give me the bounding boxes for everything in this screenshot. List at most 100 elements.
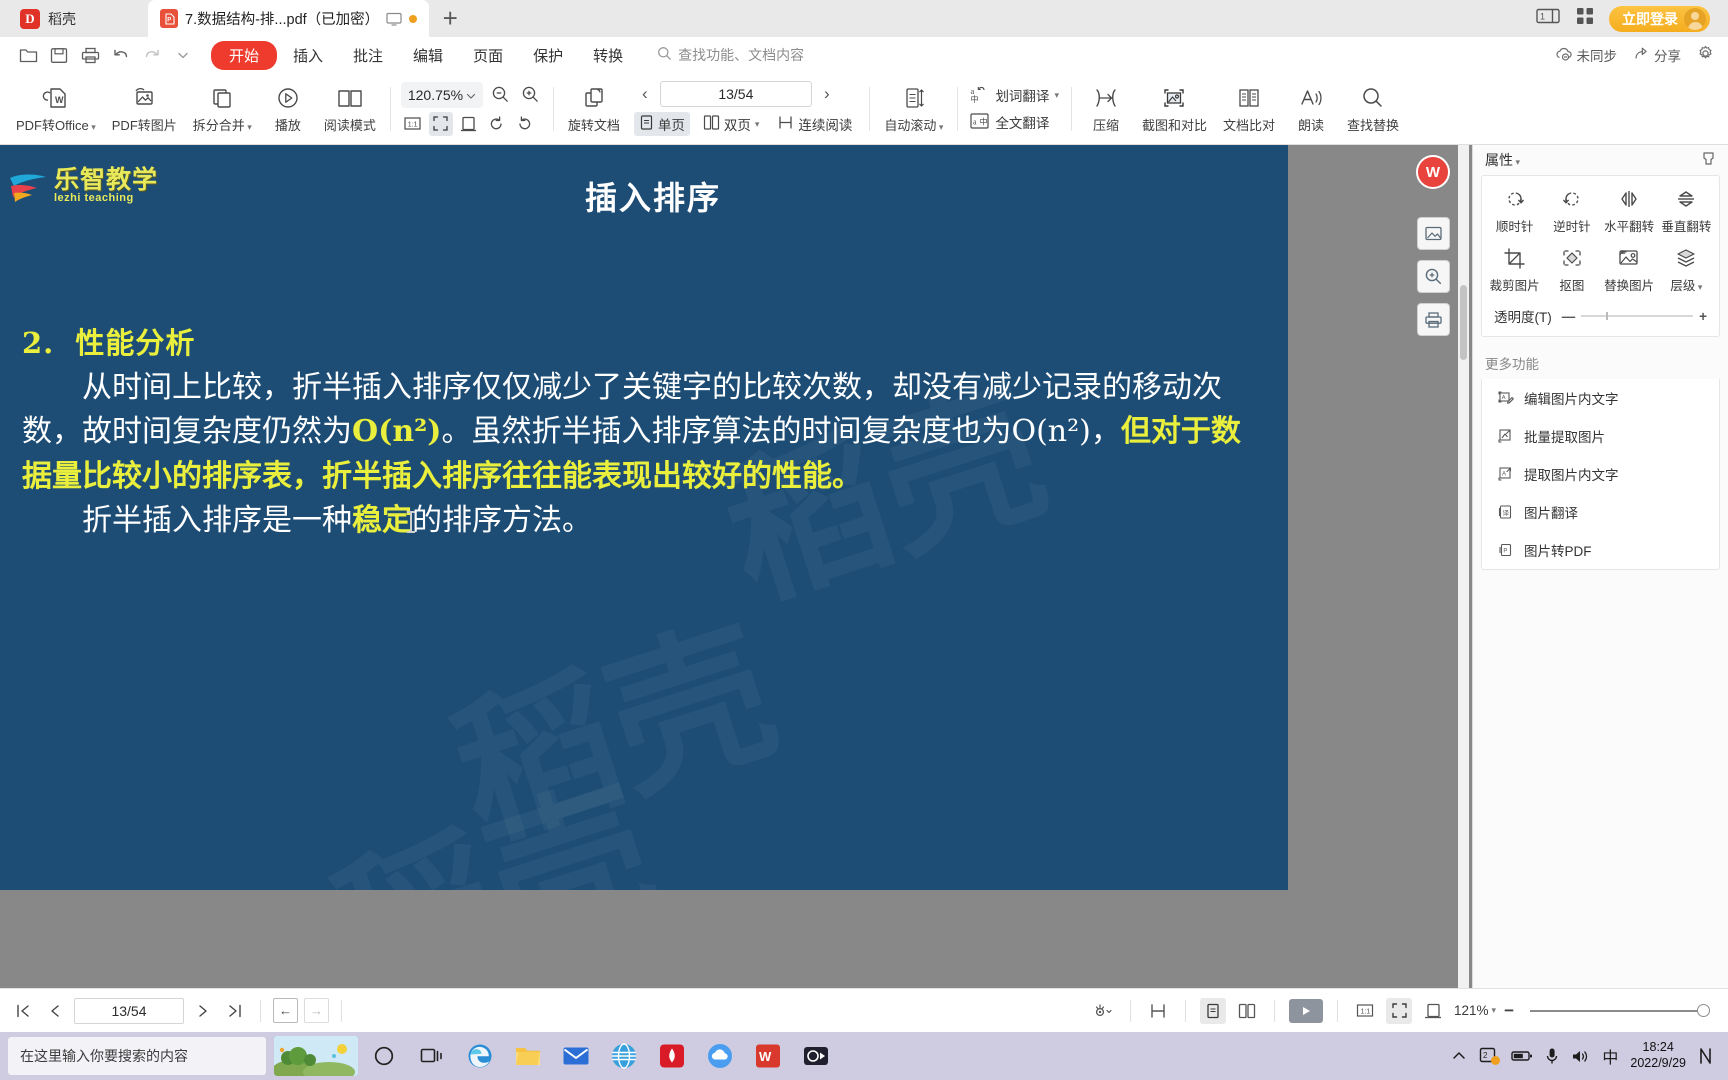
- taskbar-search-input[interactable]: 在这里输入你要搜索的内容: [8, 1037, 266, 1075]
- menu-item-protect[interactable]: 保护: [519, 41, 577, 70]
- zoom-in-icon[interactable]: [519, 83, 543, 107]
- magnifier-icon[interactable]: [1417, 260, 1450, 293]
- weather-widget[interactable]: [274, 1036, 358, 1076]
- ribbon-screenshot-compare[interactable]: 截图和对比: [1134, 81, 1215, 136]
- more-item-edit-image-text[interactable]: A 编辑图片内文字: [1482, 379, 1719, 417]
- ribbon-pdf-to-image[interactable]: PDF转图片: [104, 81, 185, 136]
- zoom-minus-button[interactable]: −: [1504, 1001, 1514, 1021]
- go-back-icon[interactable]: ←: [273, 998, 298, 1023]
- zoom-level-select[interactable]: 120.75%: [400, 81, 483, 108]
- new-tab-button[interactable]: +: [429, 0, 472, 37]
- search-input[interactable]: 查找功能、文档内容: [657, 45, 804, 65]
- ribbon-play[interactable]: 播放: [260, 81, 316, 136]
- sync-icon[interactable]: 2: [1479, 1047, 1501, 1065]
- more-item-image-to-pdf[interactable]: P 图片转PDF: [1482, 531, 1719, 569]
- more-item-batch-extract-image[interactable]: 批量提取图片: [1482, 417, 1719, 455]
- ribbon-compress[interactable]: 压缩: [1078, 81, 1134, 136]
- zoom-slider[interactable]: [1530, 1003, 1710, 1017]
- screen-recorder-icon[interactable]: [794, 1034, 838, 1078]
- sync-status-button[interactable]: 未同步: [1555, 45, 1617, 65]
- minus-icon[interactable]: —: [1562, 309, 1576, 324]
- restore-window-icon[interactable]: 1: [1535, 7, 1561, 30]
- status-actual-size-icon[interactable]: 1:1: [1352, 998, 1378, 1024]
- zoom-out-icon[interactable]: [489, 83, 513, 107]
- apps-grid-icon[interactable]: [1575, 6, 1595, 31]
- gear-icon[interactable]: [1697, 45, 1714, 65]
- share-button[interactable]: 分享: [1633, 45, 1681, 65]
- undo-icon[interactable]: [107, 42, 135, 68]
- transparency-slider[interactable]: — +: [1562, 309, 1707, 324]
- document-tab[interactable]: P 7.数据结构-排...pdf（已加密）: [148, 0, 430, 37]
- ribbon-auto-scroll[interactable]: 自动滚动 ▾: [876, 81, 951, 136]
- clock[interactable]: 18:24 2022/9/29: [1630, 1040, 1686, 1071]
- chevron-right-icon[interactable]: ›: [816, 82, 838, 106]
- ribbon-document-compare[interactable]: 文档比对: [1215, 81, 1283, 136]
- fit-visible-icon[interactable]: [1145, 998, 1171, 1024]
- tool-rotate-clockwise[interactable]: 顺时针: [1486, 186, 1543, 235]
- status-two-page-icon[interactable]: [1234, 998, 1260, 1024]
- wps-ai-badge[interactable]: W: [1416, 155, 1450, 189]
- pdf-viewer[interactable]: 稻壳 稻壳 稻壳 乐智教学 l: [0, 145, 1472, 988]
- browser-icon[interactable]: [602, 1034, 646, 1078]
- print-icon[interactable]: [76, 42, 104, 68]
- scrollbar-thumb[interactable]: [1460, 285, 1467, 360]
- print-page-icon[interactable]: [1417, 303, 1450, 336]
- view-mode-single-page[interactable]: 单页: [633, 112, 690, 136]
- menu-item-start[interactable]: 开始: [211, 40, 278, 70]
- actual-size-icon[interactable]: 1:1: [401, 112, 425, 136]
- full-translate-button[interactable]: a中 全文翻译: [970, 112, 1059, 133]
- fit-width-icon[interactable]: [457, 112, 481, 136]
- view-mode-icon[interactable]: [1090, 998, 1116, 1024]
- pin-icon[interactable]: [1701, 151, 1716, 169]
- status-fit-page-icon[interactable]: [1386, 997, 1412, 1024]
- show-hidden-icons[interactable]: [1451, 1049, 1467, 1063]
- more-item-image-translate[interactable]: 译 图片翻译: [1482, 493, 1719, 531]
- select-translate-button[interactable]: a中 划词翻译 ▾: [970, 85, 1059, 106]
- prev-page-icon[interactable]: [42, 998, 68, 1024]
- tool-flip-vertical[interactable]: 垂直翻转: [1658, 186, 1715, 235]
- open-file-icon[interactable]: [14, 42, 42, 68]
- ribbon-reading-mode[interactable]: 阅读模式: [316, 81, 384, 136]
- vertical-scrollbar[interactable]: [1458, 145, 1469, 988]
- tool-flip-horizontal[interactable]: 水平翻转: [1601, 186, 1658, 235]
- view-mode-continuous[interactable]: 连续阅读: [772, 112, 857, 136]
- edge-icon[interactable]: [458, 1034, 502, 1078]
- cloud-app-icon[interactable]: [698, 1034, 742, 1078]
- menu-item-edit[interactable]: 编辑: [399, 41, 457, 70]
- plus-icon[interactable]: +: [1699, 309, 1707, 324]
- first-page-icon[interactable]: [10, 998, 36, 1024]
- redo-icon[interactable]: [138, 42, 166, 68]
- view-mode-two-page[interactable]: 双页 ▾: [698, 112, 765, 136]
- slider-track[interactable]: [1581, 312, 1694, 320]
- slideshow-icon[interactable]: [1289, 998, 1323, 1023]
- fit-page-icon[interactable]: [428, 111, 453, 136]
- docer-cloud-tab[interactable]: D 稻壳: [0, 0, 148, 37]
- rotate-cw-icon[interactable]: [513, 112, 537, 136]
- chevron-down-icon[interactable]: [169, 42, 197, 68]
- ribbon-split-merge[interactable]: 拆分合并 ▾: [185, 81, 260, 136]
- chevron-down-icon[interactable]: ▾: [1513, 157, 1521, 167]
- status-single-page-icon[interactable]: [1200, 997, 1226, 1024]
- status-zoom-level[interactable]: 121% ▾: [1454, 1003, 1496, 1018]
- more-item-extract-image-text[interactable]: A 提取图片内文字: [1482, 455, 1719, 493]
- menu-item-insert[interactable]: 插入: [279, 41, 337, 70]
- last-page-icon[interactable]: [222, 998, 248, 1024]
- status-page-input[interactable]: 13/54: [74, 997, 184, 1024]
- cortana-icon[interactable]: [362, 1034, 406, 1078]
- huawei-icon[interactable]: [650, 1034, 694, 1078]
- monitor-icon[interactable]: [386, 12, 402, 26]
- tool-layer-order[interactable]: 层级 ▾: [1658, 245, 1715, 294]
- page-number-input[interactable]: 13/54: [659, 81, 812, 107]
- ribbon-pdf-to-office[interactable]: W PDF转Office ▾: [8, 81, 104, 136]
- menu-item-comment[interactable]: 批注: [339, 41, 397, 70]
- volume-icon[interactable]: [1571, 1048, 1590, 1065]
- next-page-icon[interactable]: [190, 998, 216, 1024]
- rotate-ccw-icon[interactable]: [485, 112, 509, 136]
- ime-indicator[interactable]: 中: [1602, 1044, 1618, 1068]
- chevron-left-icon[interactable]: ‹: [634, 82, 656, 106]
- tool-crop-image[interactable]: 裁剪图片: [1486, 245, 1543, 294]
- battery-icon[interactable]: [1511, 1049, 1533, 1063]
- login-button[interactable]: 立即登录: [1609, 5, 1710, 32]
- microphone-icon[interactable]: [1545, 1047, 1559, 1065]
- file-explorer-icon[interactable]: [506, 1034, 550, 1078]
